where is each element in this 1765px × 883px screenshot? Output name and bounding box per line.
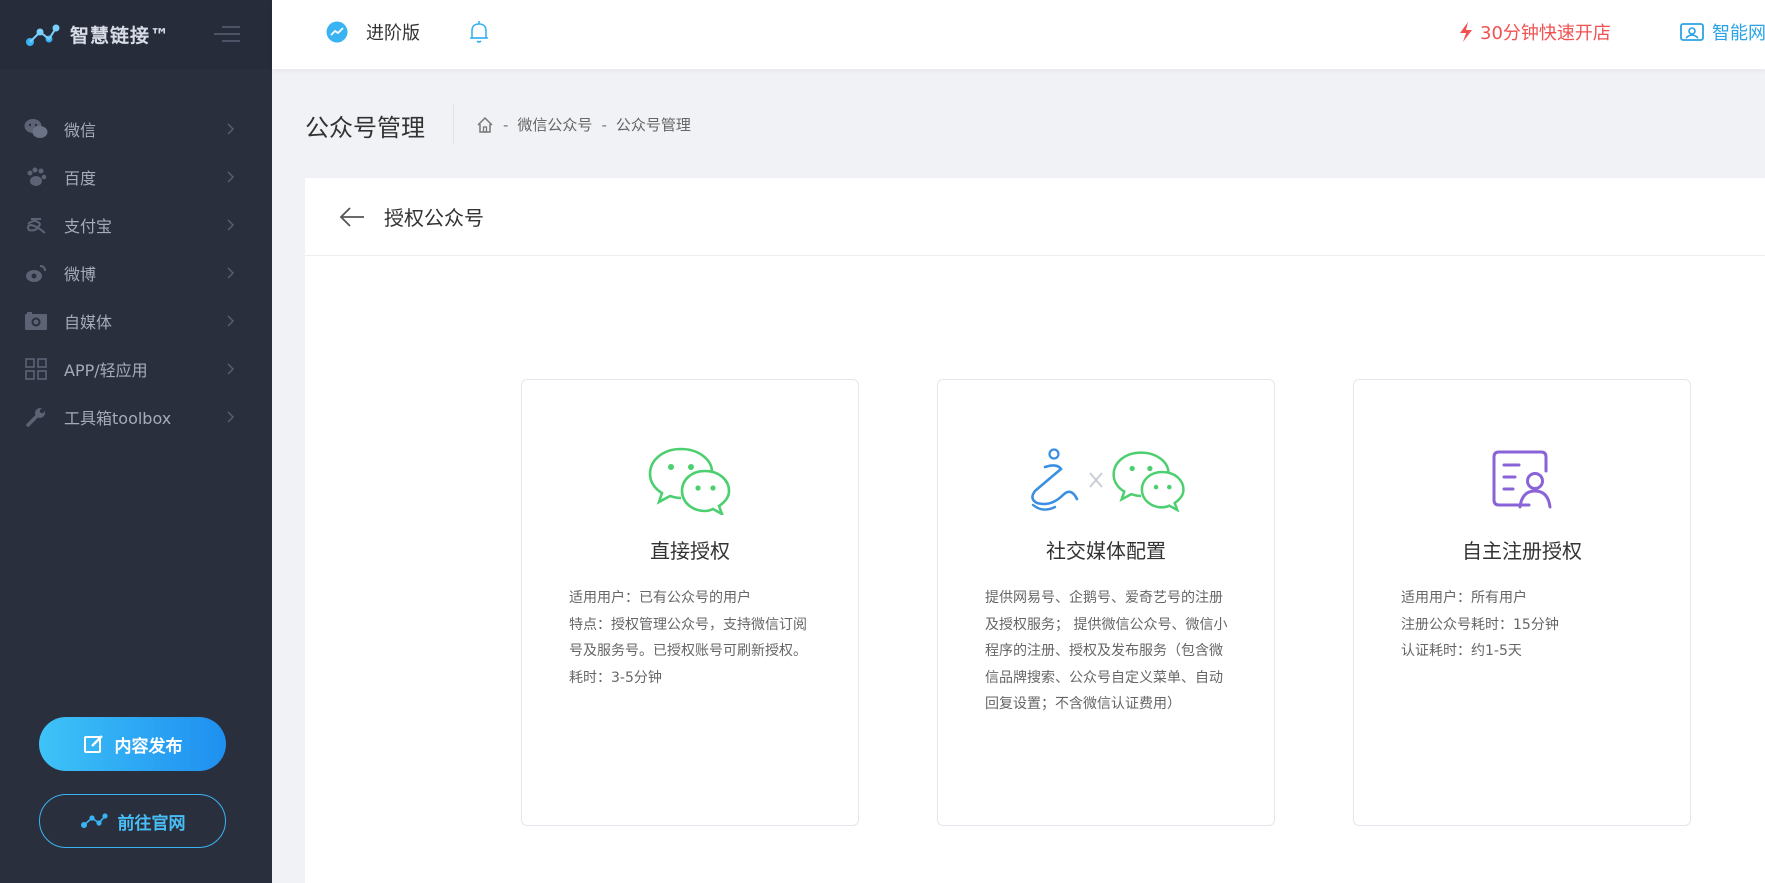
sidebar-item-weibo[interactable]: 微博: [0, 249, 272, 297]
lightning-icon: [1460, 22, 1472, 42]
brand-logo-icon: [80, 813, 108, 828]
publish-content-button[interactable]: 内容发布: [39, 717, 226, 771]
sidebar-item-media[interactable]: 自媒体: [0, 297, 272, 345]
media-icon: [24, 309, 48, 333]
sidebar-item-label: APP/轻应用: [64, 361, 148, 380]
sidebar-item-label: 微博: [64, 265, 97, 284]
option-desc-line: 适用用户：所有用户: [1401, 590, 1527, 606]
title-divider: [453, 104, 454, 144]
sidebar-item-app[interactable]: APP/轻应用: [0, 345, 272, 393]
edition-badge-icon: [326, 21, 348, 43]
netease-figure-icon: [1031, 448, 1079, 511]
sidebar-item-wechat[interactable]: 微信: [0, 105, 272, 153]
chevron-right-icon: [227, 267, 234, 279]
quick-open-store-link[interactable]: 30分钟快速开店: [1458, 19, 1611, 45]
breadcrumb-separator: -: [601, 115, 607, 134]
app-grid-icon: [24, 357, 48, 381]
official-site-button[interactable]: 前往官网: [39, 794, 226, 848]
chevron-right-icon: [227, 171, 234, 183]
quick-open-label: 30分钟快速开店: [1480, 23, 1611, 44]
bell-icon[interactable]: [468, 20, 490, 44]
baidu-paw-icon: [24, 165, 48, 189]
brand-name: 智慧链接™: [70, 25, 171, 47]
back-arrow-icon[interactable]: [338, 206, 366, 228]
chevron-right-icon: [227, 123, 234, 135]
breadcrumb-item-current: 公众号管理: [615, 116, 691, 134]
chevron-right-icon: [227, 363, 234, 375]
profile-card-icon: [1680, 23, 1704, 41]
sidebar-header: 智慧链接™: [0, 0, 272, 69]
sidebar-item-label: 自媒体: [64, 313, 113, 332]
option-description: 提供网易号、企鹅号、爱奇艺号的注册及授权服务； 提供微信公众号、微信小程序的注册…: [985, 585, 1228, 718]
self-register-card[interactable]: 自主注册授权 适用用户：所有用户 注册公众号耗时：15分钟 认证耗时：约1-5天: [1353, 379, 1691, 826]
wechat-icon: [1112, 451, 1185, 512]
option-title: 自主注册授权: [1462, 539, 1582, 563]
sidebar-menu: 微信 百度 支付宝 微博 自媒体 APP/轻应用 工具箱toolbox: [0, 105, 272, 441]
edition-selector[interactable]: 进阶版: [326, 19, 420, 45]
smart-web-label: 智能网: [1712, 23, 1765, 44]
option-desc-line: 注册公众号耗时：15分钟: [1401, 616, 1559, 633]
official-site-label: 前往官网: [117, 813, 186, 834]
register-profile-icon: [1354, 445, 1690, 515]
times-icon: [1089, 472, 1103, 488]
sidebar-item-label: 百度: [64, 169, 97, 188]
edition-label: 进阶版: [366, 23, 420, 44]
panel-title: 授权公众号: [384, 206, 484, 230]
smart-web-link[interactable]: 智能网: [1680, 19, 1765, 45]
brand-logo-icon: [26, 24, 60, 46]
sidebar-item-toolbox[interactable]: 工具箱toolbox: [0, 393, 272, 441]
social-media-config-card[interactable]: 社交媒体配置 提供网易号、企鹅号、爱奇艺号的注册及授权服务； 提供微信公众号、微…: [937, 379, 1275, 826]
sidebar-item-baidu[interactable]: 百度: [0, 153, 272, 201]
edit-icon: [83, 735, 103, 753]
option-desc-line: 认证耗时：约1-5天: [1401, 643, 1522, 659]
chevron-right-icon: [227, 219, 234, 231]
wechat-icon: [522, 445, 858, 515]
breadcrumb-separator: -: [503, 115, 509, 134]
option-desc-line: 提供网易号、企鹅号、爱奇艺号的注册及授权服务； 提供微信公众号、微信小程序的注册…: [985, 590, 1228, 712]
top-bar: 进阶版 30分钟快速开店 智能网: [272, 0, 1765, 69]
menu-collapse-icon[interactable]: [212, 22, 242, 46]
sidebar-item-label: 微信: [64, 121, 97, 140]
wechat-icon: [24, 117, 48, 141]
home-icon[interactable]: [476, 116, 494, 134]
breadcrumb-item[interactable]: 微信公众号: [517, 114, 592, 135]
option-desc-line: 适用用户：已有公众号的用户: [569, 590, 751, 606]
option-desc-line: 特点：授权管理公众号，支持微信订阅号及服务号。已授权账号可刷新授权。: [569, 616, 807, 660]
option-description: 适用用户：所有用户 注册公众号耗时：15分钟 认证耗时：约1-5天: [1401, 585, 1644, 665]
sidebar-item-alipay[interactable]: 支付宝: [0, 201, 272, 249]
sidebar-item-label: 工具箱toolbox: [64, 409, 172, 428]
alipay-icon: [24, 213, 48, 237]
panel-header: 授权公众号: [305, 178, 1765, 256]
wrench-icon: [24, 405, 48, 429]
sidebar: 智慧链接™ 微信 百度 支付宝 微博 自媒体 APP/轻应用 工具箱toolbo…: [0, 0, 272, 883]
option-title: 社交媒体配置: [1046, 539, 1166, 563]
social-media-icons: [938, 445, 1274, 515]
chevron-right-icon: [227, 315, 234, 327]
option-title: 直接授权: [650, 539, 730, 563]
direct-authorize-card[interactable]: 直接授权 适用用户：已有公众号的用户 特点：授权管理公众号，支持微信订阅号及服务…: [521, 379, 859, 826]
sidebar-item-label: 支付宝: [64, 217, 113, 236]
weibo-icon: [24, 261, 48, 285]
page-title: 公众号管理: [305, 114, 425, 142]
breadcrumb: - 微信公众号 - 公众号管理: [476, 114, 691, 135]
publish-label: 内容发布: [114, 736, 183, 757]
option-desc-line: 耗时：3-5分钟: [569, 669, 662, 686]
option-description: 适用用户：已有公众号的用户 特点：授权管理公众号，支持微信订阅号及服务号。已授权…: [569, 585, 812, 691]
chevron-right-icon: [227, 411, 234, 423]
